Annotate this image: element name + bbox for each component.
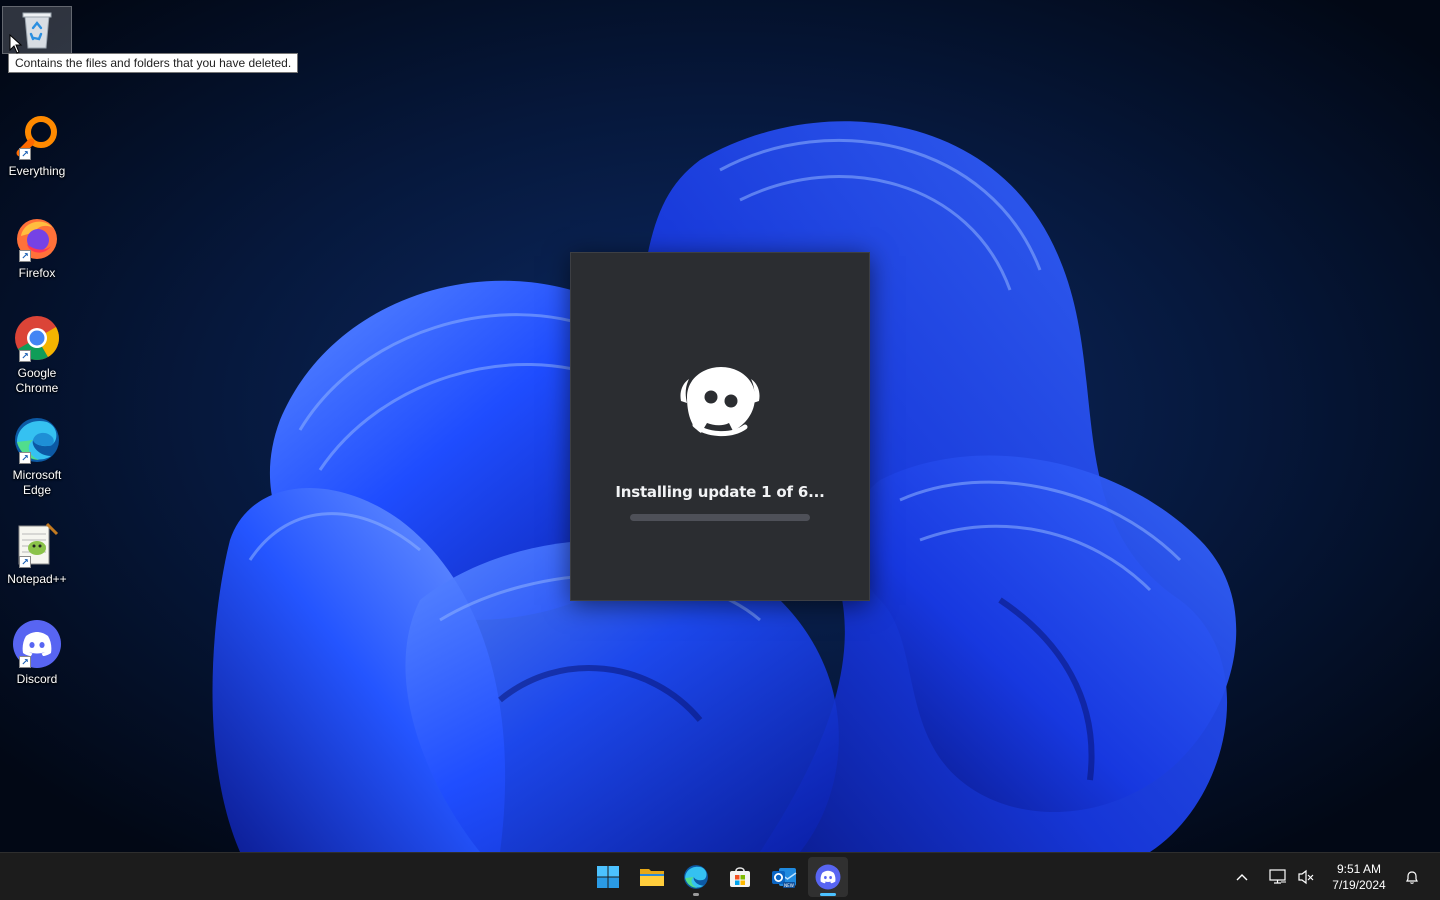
svg-text:NEW: NEW (784, 883, 794, 888)
shortcut-arrow-icon: ↗ (19, 250, 31, 262)
desktop-icon-notepad-plus-plus[interactable]: ↗ Notepad++ (2, 518, 72, 587)
start-button[interactable] (588, 857, 628, 897)
desktop-icon-google-chrome[interactable]: ↗ Google Chrome (2, 312, 72, 396)
discord-icon (815, 864, 841, 890)
taskbar-app-area: NEW (588, 853, 848, 900)
desktop-icon-discord[interactable]: ↗ Discord (2, 618, 72, 687)
desktop-icon-firefox[interactable]: ↗ Firefox (2, 212, 72, 281)
update-status-text: Installing update 1 of 6... (615, 483, 825, 501)
network-status-button[interactable] (1264, 861, 1292, 893)
discord-taskbar-button[interactable] (808, 857, 848, 897)
outlook-new-button[interactable]: NEW (764, 857, 804, 897)
recycle-bin-tooltip: Contains the files and folders that you … (8, 53, 299, 73)
shortcut-arrow-icon: ↗ (19, 148, 31, 160)
edge-icon (684, 865, 708, 889)
volume-muted-icon (1298, 869, 1314, 885)
edge-taskbar-button[interactable] (676, 857, 716, 897)
file-explorer-icon (640, 869, 664, 886)
show-hidden-icons-button[interactable] (1228, 861, 1256, 893)
network-icon (1269, 869, 1286, 884)
taskbar: NEW 9:51 AM 7/19/2024 (0, 852, 1440, 900)
microsoft-store-icon (730, 867, 750, 887)
file-explorer-button[interactable] (632, 857, 672, 897)
desktop-icon-label: Google Chrome (15, 366, 59, 395)
discord-updater-window: Installing update 1 of 6... (570, 252, 870, 601)
desktop-icon-everything[interactable]: ↗ Everything (2, 110, 72, 179)
discord-updater-logo-icon (680, 367, 760, 436)
desktop-icon-microsoft-edge[interactable]: ↗ Microsoft Edge (2, 414, 72, 498)
clock-time: 9:51 AM (1336, 862, 1382, 876)
desktop-icon-label: Discord (16, 672, 58, 686)
volume-button[interactable] (1292, 861, 1320, 893)
clock-date: 7/19/2024 (1332, 878, 1386, 892)
shortcut-arrow-icon: ↗ (19, 656, 31, 668)
desktop-icon-label: Firefox (18, 266, 56, 280)
chevron-up-icon (1236, 874, 1248, 881)
windows-start-icon (597, 866, 619, 888)
mouse-cursor-icon (9, 34, 23, 54)
desktop-icon-label: Everything (8, 164, 66, 178)
recycle-bin-icon (22, 12, 52, 49)
update-progress-bar (630, 514, 810, 521)
shortcut-arrow-icon: ↗ (19, 350, 31, 362)
desktop-icon-label: Microsoft Edge (12, 468, 62, 497)
desktop-icon-label: Notepad++ (7, 572, 67, 586)
shortcut-arrow-icon: ↗ (19, 556, 31, 568)
outlook-new-icon: NEW (772, 868, 797, 888)
notifications-button[interactable] (1398, 861, 1426, 893)
system-tray: 9:51 AM 7/19/2024 (1228, 853, 1440, 900)
taskbar-clock[interactable]: 9:51 AM 7/19/2024 (1326, 861, 1392, 893)
microsoft-store-button[interactable] (720, 857, 760, 897)
active-indicator (820, 893, 836, 896)
running-indicator (693, 893, 699, 896)
bell-icon (1406, 871, 1418, 884)
shortcut-arrow-icon: ↗ (19, 452, 31, 464)
